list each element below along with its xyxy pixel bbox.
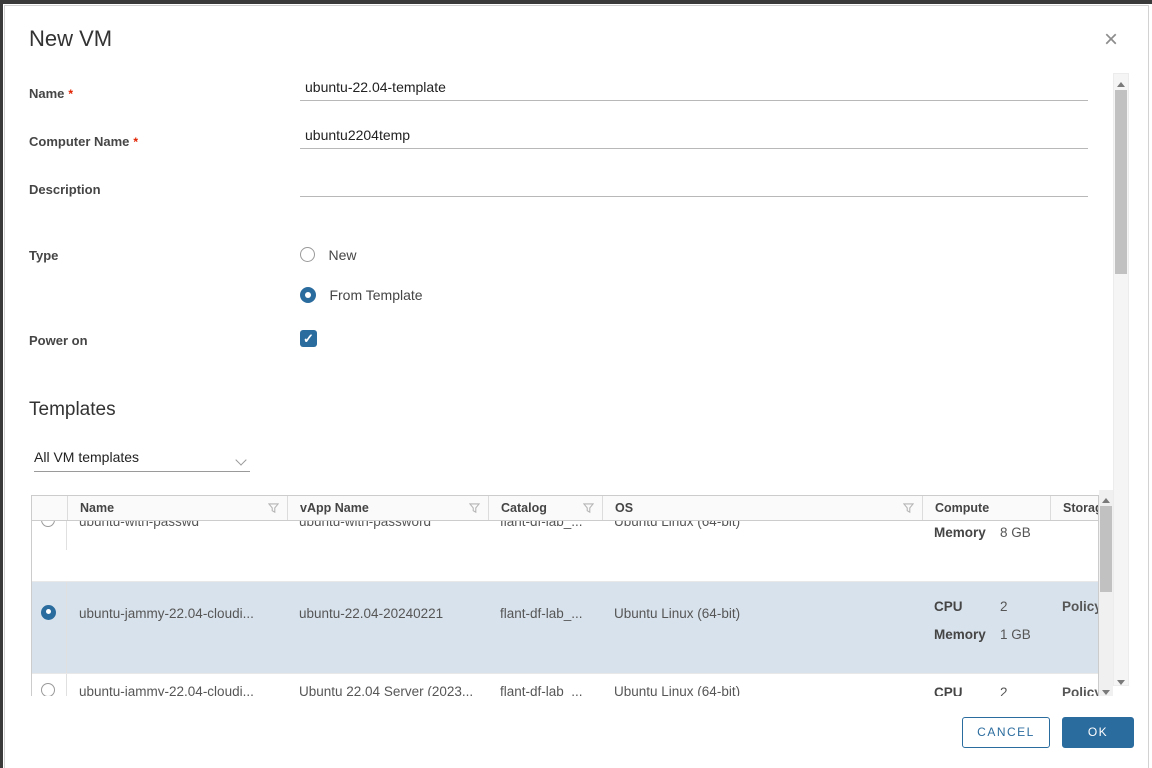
type-option-from-template-label: From Template (329, 286, 423, 303)
required-asterisk: * (68, 87, 74, 101)
app-chrome-top (0, 0, 1152, 4)
type-option-new-label: New (328, 246, 357, 263)
header-compute[interactable]: Compute (922, 496, 1050, 520)
computer-name-input[interactable]: ubuntu2204temp (300, 127, 1088, 149)
computer-name-label: Computer Name * (29, 134, 139, 149)
cell-compute: CPU 2 Memory 1 GB (934, 599, 1031, 642)
cell-os: Ubuntu Linux (64-bit) (614, 606, 741, 621)
cell-vapp-name: ubuntu-with-password (299, 521, 432, 529)
description-input[interactable] (300, 175, 1088, 197)
scroll-down-icon[interactable] (1114, 672, 1128, 685)
type-option-from-template[interactable]: From Template (300, 286, 423, 304)
header-catalog[interactable]: Catalog (488, 496, 602, 520)
table-row[interactable]: ubuntu-with-passwd ubuntu-with-password … (32, 521, 1098, 582)
filter-icon[interactable] (583, 503, 594, 517)
scroll-up-icon[interactable] (1099, 490, 1113, 503)
templates-heading: Templates (29, 399, 116, 420)
cell-compute: CPU 2 (934, 685, 1008, 696)
cell-storage: Policy (1062, 599, 1098, 614)
scroll-down-icon[interactable] (1099, 682, 1113, 695)
radio-checked-icon[interactable] (300, 286, 316, 303)
ok-button[interactable]: OK (1062, 717, 1134, 748)
cell-name: ubuntu-with-passwd (79, 521, 200, 529)
power-on-checkbox[interactable]: ✓ (300, 330, 317, 347)
row-radio-icon[interactable] (41, 683, 55, 696)
app-chrome-left (0, 0, 3, 768)
scrollbar-thumb[interactable] (1100, 506, 1112, 592)
scroll-up-icon[interactable] (1114, 74, 1128, 87)
template-filter-dropdown[interactable]: All VM templates (34, 449, 250, 472)
templates-table: Name vApp Name Catalog OS Compute Stora … (31, 495, 1099, 696)
required-asterisk: * (133, 135, 139, 149)
table-scrollbar[interactable] (1099, 490, 1113, 696)
page: New VM × Name * ubuntu-22.04-template Com… (0, 0, 1152, 768)
power-on-label: Power on (29, 333, 88, 348)
header-storage[interactable]: Storage (1050, 496, 1098, 520)
table-row[interactable]: ubuntu-jammy-22.04-cloudi... ubuntu-22.0… (32, 582, 1098, 674)
table-header: Name vApp Name Catalog OS Compute Stora (32, 496, 1098, 521)
filter-icon[interactable] (268, 503, 279, 517)
cell-catalog: flant-df-lab_... (500, 521, 583, 529)
type-label: Type (29, 248, 59, 263)
radio-unchecked-icon[interactable] (300, 247, 315, 263)
cancel-button[interactable]: CANCEL (962, 717, 1050, 748)
cell-vapp-name: ubuntu-22.04-20240221 (299, 606, 444, 621)
dialog-scrollbar[interactable] (1113, 73, 1129, 686)
table-body: ubuntu-with-passwd ubuntu-with-password … (32, 521, 1098, 696)
name-label: Name * (29, 86, 74, 101)
header-os[interactable]: OS (602, 496, 922, 520)
header-radio-column (32, 496, 67, 520)
row-radio-checked-icon[interactable] (41, 604, 56, 620)
cell-name: ubuntu-jammy-22.04-cloudi... (79, 684, 254, 696)
row-radio-icon[interactable] (41, 521, 55, 528)
cell-name: ubuntu-jammy-22.04-cloudi... (79, 606, 254, 621)
filter-icon[interactable] (469, 503, 480, 517)
name-input[interactable]: ubuntu-22.04-template (300, 79, 1088, 101)
cell-os: Ubuntu Linux (64-bit) (614, 684, 741, 696)
cell-vapp-name: Ubuntu 22.04 Server (2023... (299, 684, 474, 696)
scrollbar-thumb[interactable] (1115, 90, 1127, 274)
new-vm-dialog: New VM × Name * ubuntu-22.04-template Com… (4, 5, 1149, 768)
type-option-new[interactable]: New (300, 246, 356, 264)
cell-os: Ubuntu Linux (64-bit) (614, 521, 741, 529)
header-name[interactable]: Name (67, 496, 287, 520)
cell-catalog: flant-df-lab_... (500, 684, 583, 696)
cell-compute: CPU4 Memory8 GB (934, 525, 1031, 540)
cell-catalog: flant-df-lab_... (500, 606, 583, 621)
table-row[interactable]: ubuntu-jammy-22.04-cloudi... Ubuntu 22.0… (32, 674, 1098, 696)
template-filter-value: All VM templates (34, 449, 140, 465)
close-icon[interactable]: × (1100, 28, 1122, 52)
filter-icon[interactable] (903, 503, 914, 517)
chevron-down-icon (237, 456, 246, 465)
dialog-title: New VM (29, 26, 113, 51)
cell-storage: Policy (1050, 521, 1098, 550)
cell-storage: Policy (1062, 685, 1098, 696)
header-vapp-name[interactable]: vApp Name (287, 496, 488, 520)
description-label: Description (29, 182, 101, 197)
